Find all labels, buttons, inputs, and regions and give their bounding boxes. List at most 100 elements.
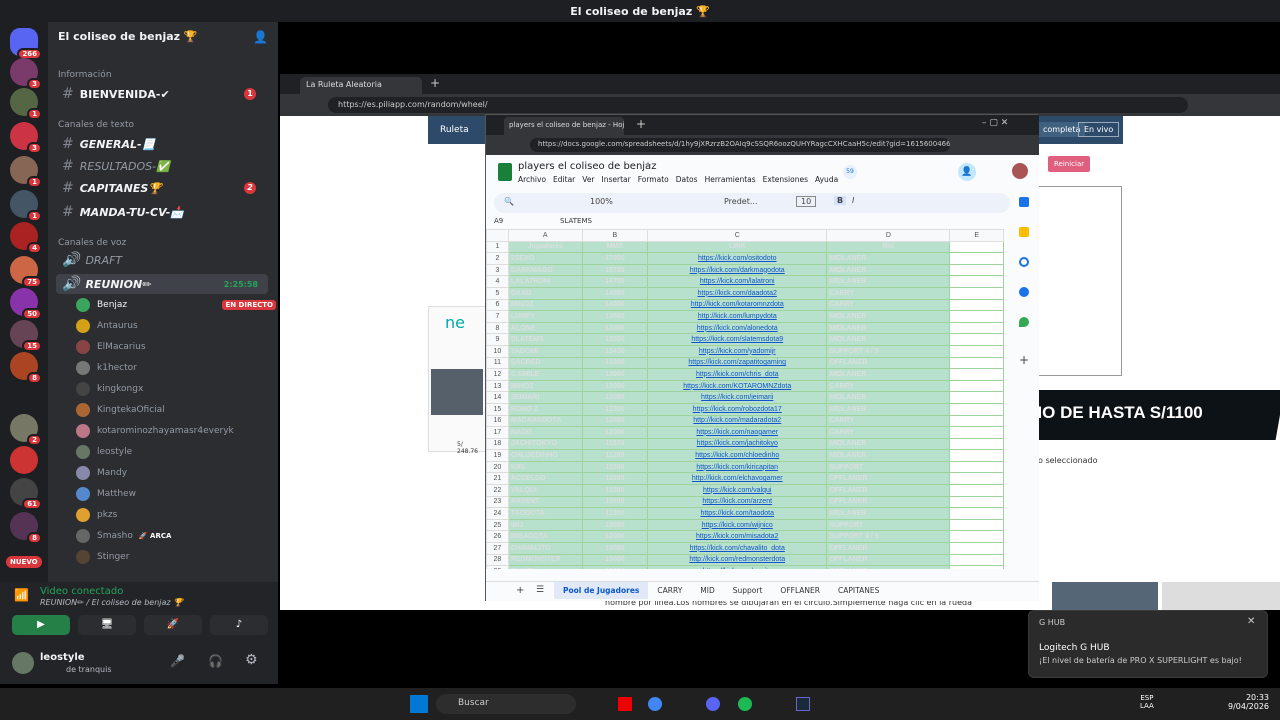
- cell[interactable]: [949, 391, 1004, 404]
- cell[interactable]: [949, 252, 1004, 265]
- gear-icon[interactable]: ⚙: [245, 652, 258, 668]
- share-icon[interactable]: 👤: [958, 163, 976, 181]
- menu-item[interactable]: Herramientas: [705, 175, 756, 184]
- mmr-cell[interactable]: 17000: [581, 252, 649, 265]
- menu-item[interactable]: Ver: [582, 175, 594, 184]
- channel-bienvenida[interactable]: # BIENVENIDA-✔ 1: [56, 84, 268, 104]
- player-cell[interactable]: C.SMILE: [507, 368, 583, 381]
- link-cell[interactable]: https://kick.com/alonedota: [647, 321, 828, 335]
- mmr-cell[interactable]: 11260: [581, 449, 649, 462]
- role-cell[interactable]: MIDLANER: [826, 275, 951, 288]
- player-cell[interactable]: DARKMAGO: [507, 263, 583, 277]
- mmr-cell[interactable]: 14000: [581, 298, 649, 312]
- row-number[interactable]: 12: [486, 368, 509, 381]
- link-cell[interactable]: http://kick.com/lumpydota: [647, 310, 828, 323]
- tab-sheets[interactable]: players el coliseo de benjaz - Hoja: [504, 117, 624, 135]
- link-cell[interactable]: https://kick.com/darkmagodota: [647, 263, 828, 277]
- maps-icon[interactable]: [1019, 317, 1029, 327]
- row-number[interactable]: 29: [486, 565, 509, 569]
- player-cell[interactable]: CHAVALITO: [507, 542, 583, 555]
- cell[interactable]: [949, 530, 1004, 544]
- add-member-icon[interactable]: 👤: [253, 30, 268, 44]
- player-cell[interactable]: ROBO Z: [507, 402, 583, 416]
- player-cell[interactable]: YADOMI: [507, 344, 583, 358]
- voice-user[interactable]: Antaurus: [76, 317, 276, 335]
- link-cell[interactable]: http://kick.com/kotaromnzdota: [647, 298, 828, 312]
- cell[interactable]: [949, 553, 1004, 567]
- server-icon[interactable]: 1: [10, 88, 42, 120]
- cell[interactable]: [949, 414, 1004, 428]
- language[interactable]: ESP LAA: [1140, 694, 1154, 710]
- player-cell[interactable]: NAOG: [507, 426, 583, 439]
- player-cell[interactable]: DAAD: [507, 286, 583, 300]
- sheet-tab[interactable]: CAPITANES: [829, 582, 888, 599]
- cell[interactable]: [949, 565, 1004, 569]
- sheet-tab[interactable]: Support: [724, 582, 772, 599]
- link-cell[interactable]: http://kick.com/redmonsterdota: [647, 553, 828, 567]
- row-number[interactable]: 27: [486, 542, 509, 555]
- cell[interactable]: [949, 321, 1004, 335]
- row-number[interactable]: 13: [486, 379, 509, 393]
- role-cell[interactable]: OFFLANER: [826, 542, 951, 555]
- menu-item[interactable]: Editar: [553, 175, 575, 184]
- category-text[interactable]: Canales de texto: [58, 120, 134, 130]
- mmr-cell[interactable]: 13500: [581, 321, 649, 335]
- ruleta-link[interactable]: Ruleta: [440, 125, 469, 135]
- link-cell[interactable]: https://kick.com/chavalito_dota: [647, 542, 828, 555]
- new-tab-icon[interactable]: +: [430, 76, 440, 90]
- cell[interactable]: [949, 460, 1004, 474]
- role-cell[interactable]: MIDLANER: [826, 449, 951, 462]
- header-cell[interactable]: MMR: [581, 240, 649, 254]
- menu-item[interactable]: Insertar: [602, 175, 631, 184]
- cell[interactable]: [949, 356, 1004, 370]
- role-cell[interactable]: OFFLANER: [826, 356, 951, 370]
- sheet-tab[interactable]: CARRY: [648, 582, 691, 599]
- row-number[interactable]: 23: [486, 495, 509, 509]
- player-cell[interactable]: WIJ: [507, 518, 583, 532]
- cell[interactable]: [949, 518, 1004, 532]
- column-header[interactable]: C: [647, 229, 828, 242]
- role-cell[interactable]: CARRY: [826, 426, 951, 439]
- role-cell[interactable]: MIDLANER: [826, 402, 951, 416]
- link-cell[interactable]: https://kick.com/daadota2: [647, 286, 828, 300]
- row-number[interactable]: 6: [486, 298, 509, 312]
- taskbar-search[interactable]: Buscar: [436, 694, 576, 714]
- cell[interactable]: [949, 379, 1004, 393]
- row-number[interactable]: 19: [486, 449, 509, 462]
- window-controls[interactable]: – ▢ ✕: [982, 118, 1008, 128]
- row-number[interactable]: 21: [486, 472, 509, 486]
- link-cell[interactable]: https://kick.com/robozdota17: [647, 402, 828, 416]
- mmr-cell[interactable]: 13300: [581, 356, 649, 370]
- player-cell[interactable]: LUMPY: [507, 310, 583, 323]
- mmr-cell[interactable]: 11000: [581, 495, 649, 509]
- server-icon[interactable]: 1: [10, 190, 42, 222]
- player-cell[interactable]: REDMONSTER: [507, 553, 583, 567]
- voice-user[interactable]: k1hector: [76, 359, 276, 377]
- link-cell[interactable]: https://kick.com/chris_dota: [647, 368, 828, 381]
- role-cell[interactable]: SUPPORT: [826, 518, 951, 532]
- mmr-cell[interactable]: 10000: [581, 530, 649, 544]
- link-cell[interactable]: https://kick.com/kiricapitan: [647, 460, 828, 474]
- keep-icon[interactable]: [1019, 227, 1029, 237]
- server-icon[interactable]: 4: [10, 222, 42, 254]
- activity-button[interactable]: 🚀: [144, 615, 202, 635]
- voice-user[interactable]: Smasho 🚀 ARCA: [76, 527, 276, 545]
- mmr-cell[interactable]: 14000: [581, 286, 649, 300]
- mmr-cell[interactable]: 10500: [581, 518, 649, 532]
- mmr-cell[interactable]: 13430: [581, 344, 649, 358]
- row-number[interactable]: 5: [486, 286, 509, 300]
- cell[interactable]: [949, 402, 1004, 416]
- link-cell[interactable]: https://kick.com/lalatroni: [647, 275, 828, 288]
- player-cell[interactable]: CHLOEDINHO: [507, 449, 583, 462]
- link-cell[interactable]: https://kick.com/wijnico: [647, 518, 828, 532]
- player-cell[interactable]: ACCELGD: [507, 472, 583, 486]
- collaborators-count[interactable]: 59: [843, 165, 857, 179]
- voice-user[interactable]: Matthew: [76, 485, 276, 503]
- camera-button[interactable]: ▶: [12, 615, 70, 635]
- mmr-cell[interactable]: 10000: [581, 553, 649, 567]
- soundboard-button[interactable]: ♪: [210, 615, 268, 635]
- row-number[interactable]: 7: [486, 310, 509, 323]
- cell[interactable]: [949, 449, 1004, 462]
- all-sheets-icon[interactable]: ☰: [536, 585, 544, 595]
- mmr-cell[interactable]: 10000: [581, 565, 649, 569]
